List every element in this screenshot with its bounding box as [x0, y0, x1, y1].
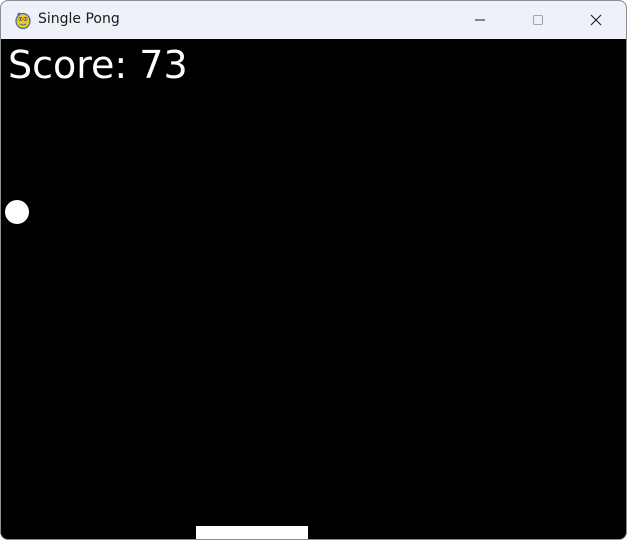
maximize-button[interactable]	[515, 1, 561, 39]
maximize-icon	[532, 11, 544, 30]
pygame-snake-icon	[13, 10, 33, 30]
score-display: Score: 73	[8, 43, 188, 87]
title-bar[interactable]: Single Pong	[1, 1, 626, 39]
game-canvas[interactable]: Score: 73	[1, 39, 626, 539]
ball	[5, 200, 29, 224]
close-button[interactable]	[573, 1, 619, 39]
minimize-button[interactable]	[457, 1, 503, 39]
paddle	[196, 526, 308, 539]
window-title: Single Pong	[38, 11, 120, 27]
app-window: Single Pong Score: 73	[0, 0, 627, 540]
close-icon	[590, 11, 602, 30]
minimize-icon	[474, 11, 486, 30]
